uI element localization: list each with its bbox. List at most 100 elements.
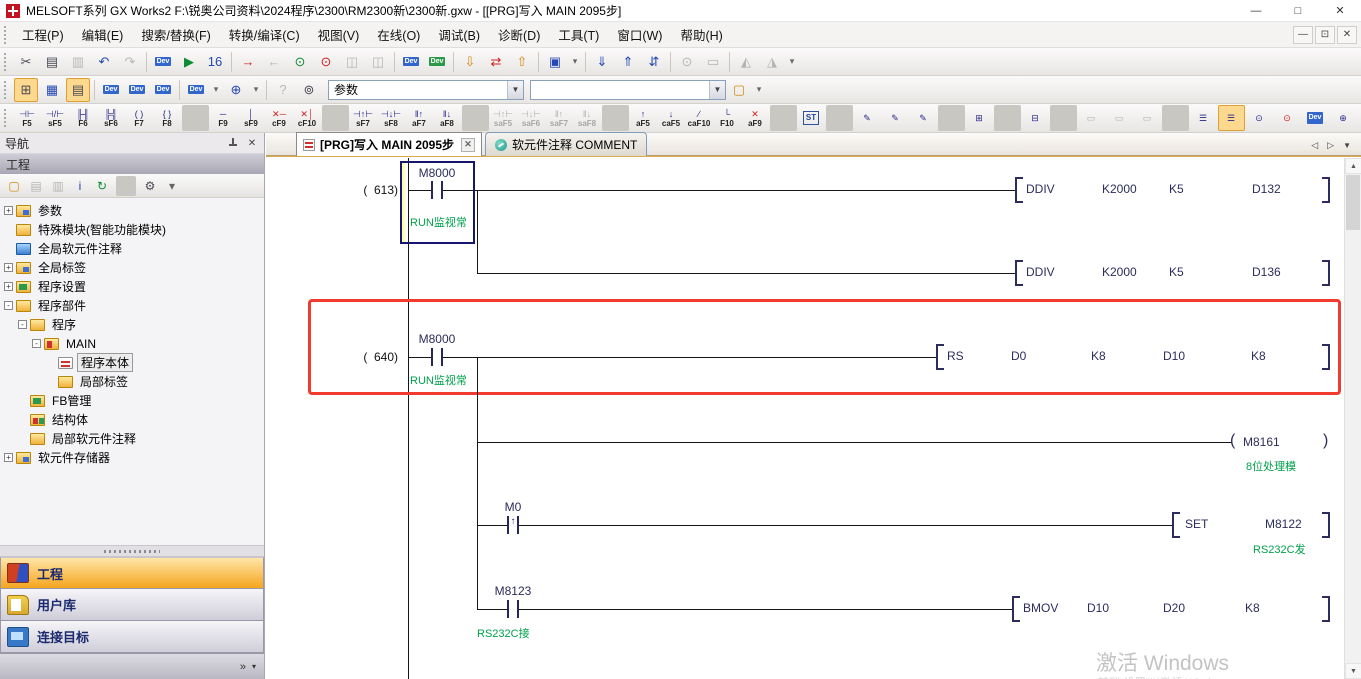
falling-pulse-close-icon[interactable]: ⊣↓⊢saF6 xyxy=(518,105,545,131)
device-display-icon[interactable]: Dev xyxy=(151,50,175,74)
skip-execution-icon[interactable]: ⇵ xyxy=(642,50,666,74)
menu-help[interactable]: 帮助(H) xyxy=(671,21,731,48)
toolbar-overflow[interactable]: ▾ xyxy=(1358,105,1361,131)
pulse-contact-close-icon[interactable]: ↓caF5 xyxy=(658,105,685,131)
tree-item[interactable]: 局部标签 xyxy=(0,372,264,391)
nav-button-connection[interactable]: 连接目标 xyxy=(0,621,264,653)
tree-item[interactable]: + 参数 xyxy=(0,201,264,220)
menu-debug[interactable]: 调试(B) xyxy=(429,21,489,48)
instruction-word[interactable]: M8122 xyxy=(1265,517,1302,531)
tree-expander[interactable] xyxy=(4,244,13,253)
tree-expander[interactable]: + xyxy=(4,206,13,215)
copy-data-icon[interactable]: ▤ xyxy=(26,176,46,196)
separator[interactable] xyxy=(146,52,147,72)
separator[interactable] xyxy=(179,80,180,100)
contact-device-label[interactable]: M0 xyxy=(478,500,548,514)
instruction-word[interactable]: RS xyxy=(947,349,964,363)
tab-list-icon[interactable]: ▼ xyxy=(1343,141,1351,150)
tree-item[interactable]: - 程序 xyxy=(0,315,264,334)
find-combo-box[interactable]: ▼ xyxy=(530,80,726,100)
separator[interactable] xyxy=(1050,105,1077,131)
instruction-word[interactable]: SET xyxy=(1185,517,1208,531)
tree-item[interactable]: 全局软元件注释 xyxy=(0,239,264,258)
scroll-up-icon[interactable]: ▲ xyxy=(1345,158,1361,174)
coil-device-label[interactable]: M8161 xyxy=(1243,435,1280,449)
copy-icon[interactable]: ▤ xyxy=(40,50,64,74)
open-contact-icon[interactable]: ⊣⊢F5 xyxy=(14,105,41,131)
edit-ladder-icon[interactable]: ✎ xyxy=(854,105,881,131)
menu-project[interactable]: 工程(P) xyxy=(13,21,73,48)
tab-scroll-right-icon[interactable]: ▷ xyxy=(1327,140,1334,151)
separator[interactable] xyxy=(182,105,209,131)
delete-line-icon[interactable]: ✕aF9 xyxy=(742,105,769,131)
rising-pulse-close-branch-icon[interactable]: ‖↑saF7 xyxy=(546,105,573,131)
tree-item[interactable]: 结构体 xyxy=(0,410,264,429)
change-history-icon[interactable]: ⊕ xyxy=(1330,105,1357,131)
chevron-down-icon[interactable]: ▼ xyxy=(507,81,523,99)
separator[interactable] xyxy=(602,105,629,131)
transfer-setup-icon[interactable]: ⇩ xyxy=(458,50,482,74)
device-display-format-icon[interactable]: Dev xyxy=(184,78,208,102)
step-execution-icon[interactable]: ⇓ xyxy=(590,50,614,74)
ladder-canvas[interactable]: ( 613) M8000 RUN监视常 DDIV K2000 K5 D132 xyxy=(266,158,1344,679)
falling-pulse-close-branch-icon[interactable]: ‖↓saF8 xyxy=(574,105,601,131)
menu-online[interactable]: 在线(O) xyxy=(368,21,429,48)
device-batch-replace-icon[interactable]: Dev xyxy=(151,78,175,102)
find-device-icon[interactable]: ⊙ xyxy=(1274,105,1301,131)
delete-rung-icon[interactable]: ⊟ xyxy=(1022,105,1049,131)
instruction-word[interactable]: K2000 xyxy=(1102,182,1137,196)
instruction-word[interactable]: D0 xyxy=(1011,349,1026,363)
expand-icon[interactable]: » xyxy=(240,661,246,673)
page-find-button[interactable]: ▢ xyxy=(727,78,751,102)
tab-device-comment[interactable]: 软元件注释 COMMENT xyxy=(485,132,647,156)
redo-icon[interactable]: ↷ xyxy=(118,50,142,74)
menu-find-replace[interactable]: 搜索/替换(F) xyxy=(132,21,219,48)
menu-window[interactable]: 窗口(W) xyxy=(608,21,671,48)
instruction-word[interactable]: K5 xyxy=(1169,265,1184,279)
separator[interactable] xyxy=(670,52,671,72)
comment-display-icon[interactable]: ☰ xyxy=(1218,105,1245,131)
separator[interactable] xyxy=(538,52,539,72)
outline-display-icon[interactable]: ☰ xyxy=(1190,105,1217,131)
mdi-close-button[interactable]: ✕ xyxy=(1337,26,1357,44)
separator[interactable] xyxy=(729,52,730,72)
break-setting-icon[interactable]: ⊙ xyxy=(675,50,699,74)
instruction-word[interactable]: K2000 xyxy=(1102,265,1137,279)
separator[interactable] xyxy=(322,105,349,131)
rising-pulse-icon[interactable]: ⊣↑⊢sF7 xyxy=(350,105,377,131)
instruction-word[interactable]: D132 xyxy=(1252,182,1281,196)
tree-item[interactable]: - MAIN xyxy=(0,334,264,353)
cut-icon[interactable]: ✂ xyxy=(14,50,38,74)
tree-expander[interactable] xyxy=(4,225,13,234)
tree-expander[interactable]: - xyxy=(4,301,13,310)
new-data-icon[interactable]: ▢ xyxy=(4,176,24,196)
falling-pulse-branch-icon[interactable]: ‖↓aF8 xyxy=(434,105,461,131)
pin-icon[interactable] xyxy=(227,137,239,149)
tab-main-program[interactable]: [PRG]写入 MAIN 2095步 ✕ xyxy=(296,132,482,156)
tree-expander[interactable]: + xyxy=(4,282,13,291)
instruction-word[interactable]: K8 xyxy=(1251,349,1266,363)
rising-pulse-branch-icon[interactable]: ‖↑aF7 xyxy=(406,105,433,131)
tree-item[interactable]: + 软元件存储器 xyxy=(0,448,264,467)
dropdown-arrow[interactable]: ▾ xyxy=(210,78,222,102)
close-branch-icon[interactable]: ╠╣sF6 xyxy=(98,105,125,131)
verify-with-plc-icon[interactable]: ⇧ xyxy=(510,50,534,74)
separator[interactable] xyxy=(938,105,965,131)
tree-expander[interactable]: - xyxy=(32,339,41,348)
instruction-word[interactable]: DDIV xyxy=(1026,182,1055,196)
watch-start-icon[interactable]: ◭ xyxy=(734,50,758,74)
tree-expander[interactable]: + xyxy=(4,453,13,462)
break-list-icon[interactable]: ▭ xyxy=(701,50,725,74)
nav-button-project[interactable]: 工程 xyxy=(0,557,264,589)
falling-pulse-icon[interactable]: ⊣↓⊢sF8 xyxy=(378,105,405,131)
edit-coil-icon[interactable]: ✎ xyxy=(910,105,937,131)
coil-icon[interactable]: ( )F7 xyxy=(126,105,153,131)
monitor-pause-icon[interactable]: ◫ xyxy=(340,50,364,74)
filter-icon[interactable]: ⚙ xyxy=(140,176,160,196)
watch-stop-icon[interactable]: ◮ xyxy=(760,50,784,74)
maximize-button[interactable]: □ xyxy=(1277,0,1319,22)
close-button[interactable]: ✕ xyxy=(1319,0,1361,22)
instruction-word[interactable]: DDIV xyxy=(1026,265,1055,279)
scroll-down-icon[interactable]: ▼ xyxy=(1345,663,1361,679)
refresh-icon[interactable]: ↻ xyxy=(92,176,112,196)
